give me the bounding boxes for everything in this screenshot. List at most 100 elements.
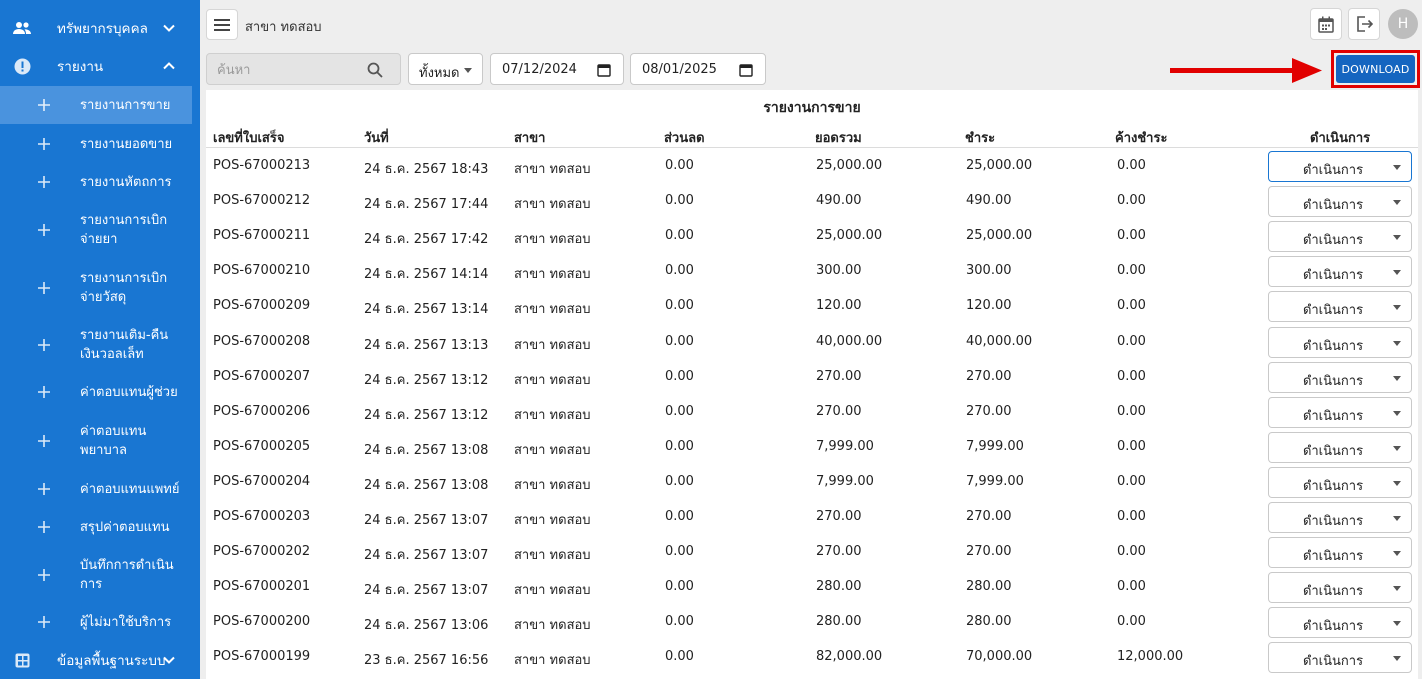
chevron-down-icon [163, 656, 175, 664]
avatar[interactable]: H [1388, 9, 1418, 39]
download-button[interactable]: DOWNLOAD [1336, 55, 1415, 83]
sidebar-report-item[interactable]: รายงานเติม-คืนเงินวอลเล็ท [0, 316, 192, 373]
logout-icon [1356, 16, 1373, 32]
discount-cell: 0.00 [665, 579, 694, 595]
action-select[interactable]: ดำเนินการ [1268, 291, 1412, 323]
logout-button[interactable] [1348, 8, 1380, 40]
action-select-label: ดำเนินการ [1302, 163, 1364, 178]
sidebar-report-item[interactable]: ผู้ไม่มาใช้บริการ [0, 603, 192, 641]
action-select[interactable]: ดำเนินการ [1268, 642, 1412, 674]
action-select[interactable]: ดำเนินการ [1268, 186, 1412, 218]
sidebar-report-item[interactable]: สรุปค่าตอบแทน [0, 508, 192, 546]
caret-down-icon [1393, 551, 1401, 557]
discount-cell: 0.00 [665, 509, 694, 524]
sidebar-item-label: รายงานการเบิกจ่ายวัสดุ [80, 270, 168, 305]
action-select[interactable]: ดำเนินการ [1268, 396, 1412, 428]
action-select[interactable]: ดำเนินการ [1268, 256, 1412, 288]
sidebar-group-reports[interactable]: รายงาน [0, 43, 200, 89]
column-header-paid: ชำระ [965, 131, 996, 146]
paid-cell: 270.00 [966, 403, 1012, 419]
branch-cell: สาขา ทดสอบ [514, 162, 591, 177]
sidebar-report-item[interactable]: ค่าตอบแทนพยาบาล [0, 412, 192, 469]
outstanding-cell: 0.00 [1117, 333, 1146, 349]
total-cell: 280.00 [816, 579, 862, 595]
paid-cell: 280.00 [966, 579, 1012, 595]
action-select[interactable]: ดำเนินการ [1268, 221, 1412, 253]
caret-down-icon [1393, 586, 1401, 592]
report-title: รายงานการขาย [763, 100, 861, 116]
action-select[interactable]: ดำเนินการ [1268, 326, 1412, 358]
menu-button[interactable] [206, 9, 238, 40]
sidebar-item-label: รายงานยอดขาย [80, 136, 173, 152]
receipt-cell: POS-67000205 [213, 438, 311, 454]
sidebar-report-item[interactable]: รายงานการเบิกจ่ายวัสดุ [0, 259, 192, 316]
column-header-date: วันที่ [364, 131, 389, 146]
action-select[interactable]: ดำเนินการ [1268, 607, 1412, 639]
action-select-label: ดำเนินการ [1302, 619, 1364, 635]
grid-icon [12, 650, 32, 670]
plus-icon [38, 281, 50, 294]
action-select-label: ดำเนินการ [1302, 514, 1364, 529]
action-select[interactable]: ดำเนินการ [1268, 466, 1412, 498]
table-row: POS-67000206 24 ธ.ค. 2567 13:12 สาขา ทดสอบ… [206, 395, 1418, 430]
calendar-button[interactable] [1310, 8, 1342, 40]
sidebar-group-system-data[interactable]: ข้อมูลพื้นฐานระบบ [0, 637, 200, 679]
date-from-input[interactable]: 07/12/2024 [490, 53, 624, 85]
sidebar-report-item[interactable]: บันทึกการดำเนินการ [0, 546, 192, 603]
date-cell: 24 ธ.ค. 2567 13:13 [364, 337, 489, 353]
date-cell: 24 ธ.ค. 2567 13:14 [364, 302, 489, 318]
sidebar-report-item[interactable]: รายงานยอดขาย [0, 125, 192, 163]
sidebar-report-item[interactable]: ค่าตอบแทนแพทย์ [0, 470, 192, 508]
action-select-label: ดำเนินการ [1302, 268, 1364, 284]
search-input[interactable] [217, 60, 367, 80]
calendar-icon[interactable] [739, 63, 753, 77]
chevron-up-icon [163, 62, 175, 70]
people-icon [12, 18, 32, 38]
action-select[interactable]: ดำเนินการ [1268, 537, 1412, 569]
branch-cell: สาขา ทดสอบ [514, 197, 591, 213]
sidebar-item-label: บันทึกการดำเนินการ [80, 557, 174, 592]
branch-cell: สาขา ทดสอบ [514, 477, 591, 493]
calendar-icon [1318, 16, 1334, 33]
table-row: POS-67000207 24 ธ.ค. 2567 13:12 สาขา ทดสอบ… [206, 360, 1418, 395]
outstanding-cell: 0.00 [1117, 544, 1146, 560]
search-field[interactable] [206, 53, 401, 85]
date-cell: 24 ธ.ค. 2567 13:08 [364, 442, 489, 458]
outstanding-cell: 0.00 [1117, 579, 1146, 595]
calendar-icon[interactable] [597, 63, 611, 77]
action-select[interactable]: ดำเนินการ [1268, 151, 1412, 182]
sidebar-report-item[interactable]: รายงานการเบิกจ่ายยา [0, 201, 192, 258]
paid-cell: 40,000.00 [966, 333, 1033, 349]
action-select-label: ดำเนินการ [1302, 408, 1364, 424]
red-arrow-annotation [1170, 58, 1322, 83]
sidebar-report-item[interactable]: รายงานการขาย [0, 86, 192, 124]
sidebar-report-item[interactable]: ค่าตอบแทนผู้ช่วย [0, 373, 192, 411]
action-select-label: ดำเนินการ [1302, 549, 1364, 565]
branch-cell: สาขา ทดสอบ [514, 232, 591, 248]
action-select[interactable]: ดำเนินการ [1268, 361, 1412, 393]
total-cell: 120.00 [816, 298, 862, 314]
date-to-input[interactable]: 08/01/2025 [630, 53, 766, 85]
outstanding-cell: 0.00 [1117, 509, 1146, 524]
sidebar-item-label: ค่าตอบแทนแพทย์ [80, 481, 180, 497]
outstanding-cell: 0.00 [1117, 438, 1146, 454]
action-select[interactable]: ดำเนินการ [1268, 431, 1412, 463]
date-cell: 24 ธ.ค. 2567 17:44 [364, 197, 489, 213]
sidebar-item-label: รายงานหัตถการ [80, 174, 172, 190]
column-header-receipt: เลขที่ใบเสร็จ [213, 131, 285, 146]
filter-select[interactable]: ทั้งหมด [408, 53, 483, 85]
caret-down-icon [1393, 340, 1401, 346]
search-icon[interactable] [367, 62, 383, 78]
caret-down-icon [1393, 445, 1401, 451]
paid-cell: 7,999.00 [966, 473, 1024, 489]
total-cell: 490.00 [816, 193, 862, 209]
column-header-branch: สาขา [514, 131, 546, 146]
paid-cell: 25,000.00 [966, 228, 1033, 244]
action-select[interactable]: ดำเนินการ [1268, 502, 1412, 533]
paid-cell: 25,000.00 [966, 158, 1033, 173]
receipt-cell: POS-67000201 [213, 579, 311, 595]
action-select[interactable]: ดำเนินการ [1268, 572, 1412, 604]
date-to-value: 08/01/2025 [642, 62, 717, 77]
action-select-label: ดำเนินการ [1302, 584, 1364, 600]
sidebar-report-item[interactable]: รายงานหัตถการ [0, 163, 192, 201]
